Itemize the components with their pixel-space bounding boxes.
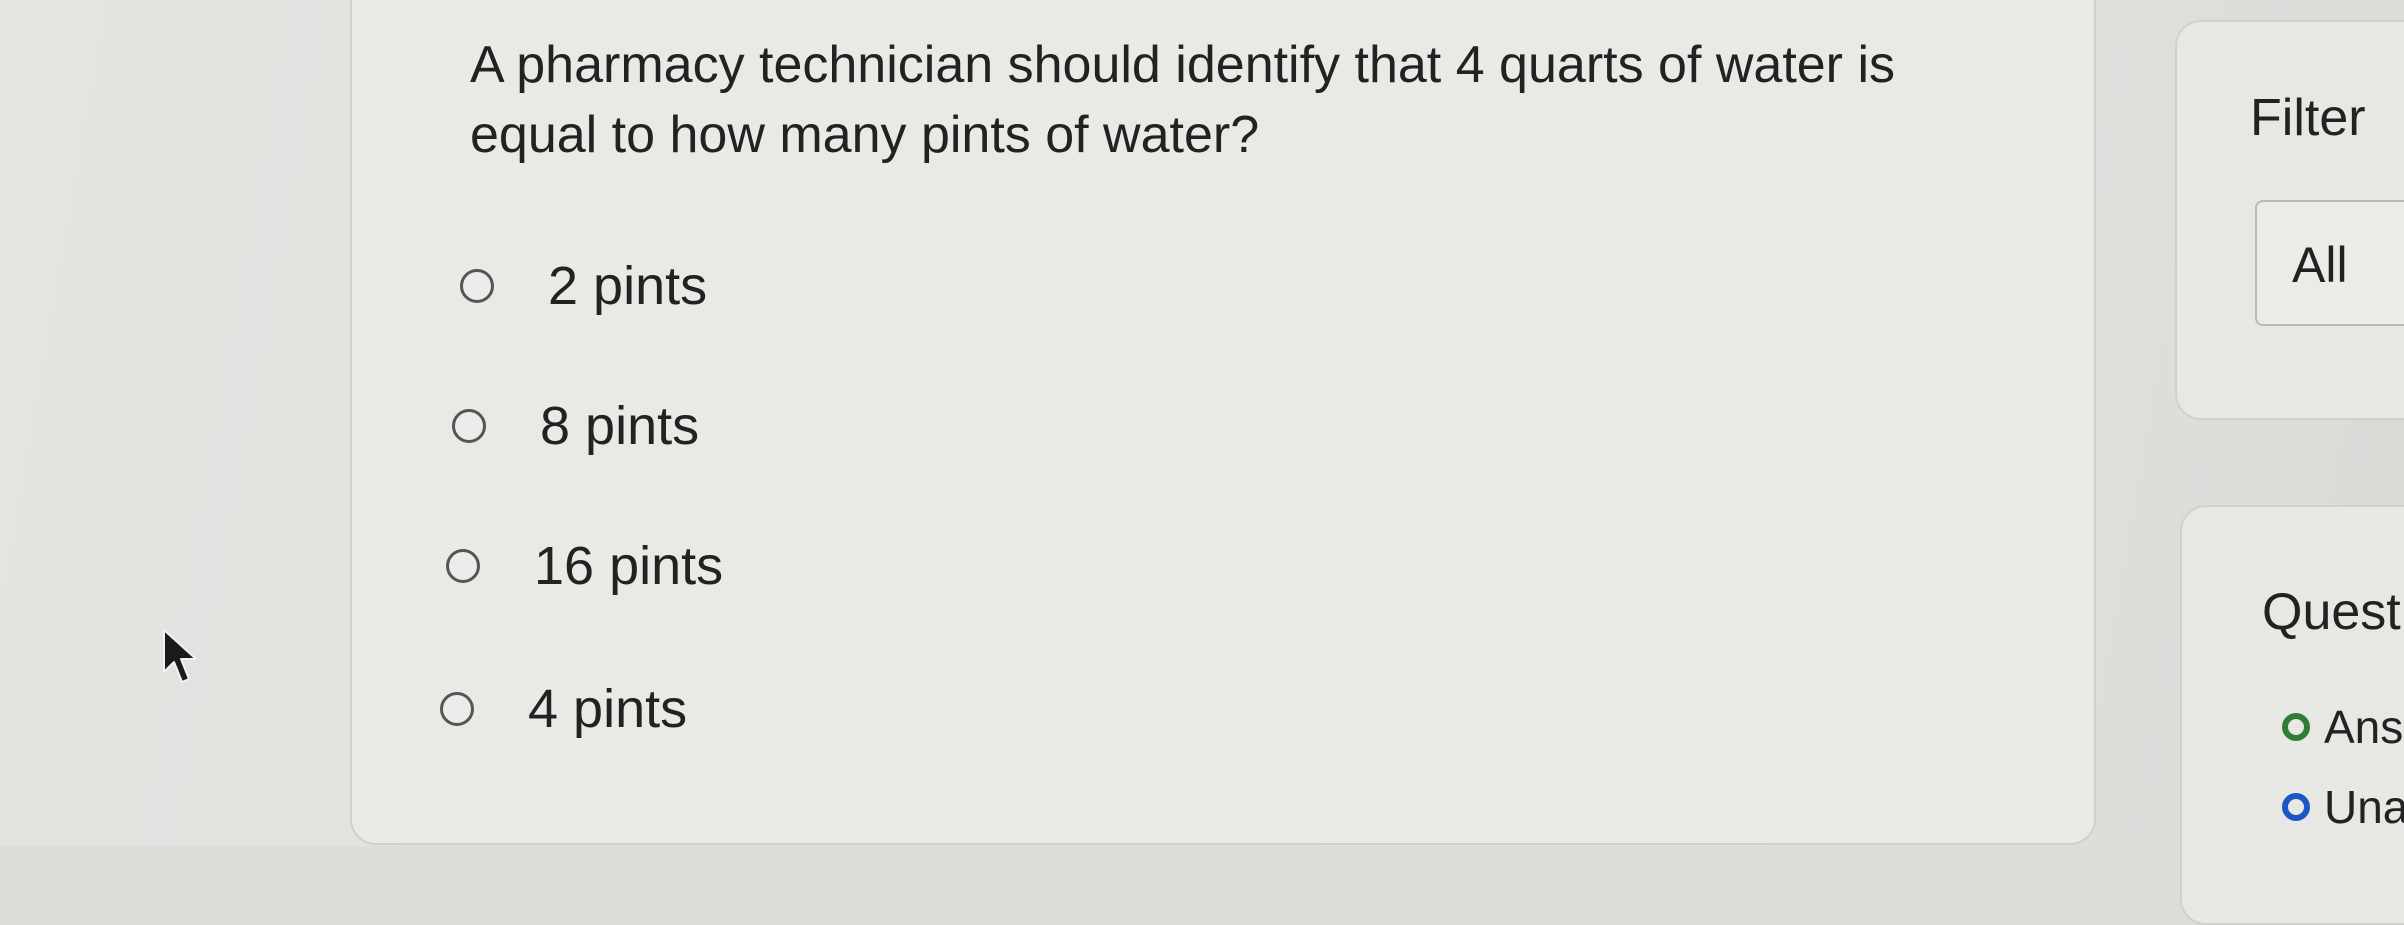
filter-select-value[interactable]: All — [2292, 236, 2348, 294]
radio-button-icon[interactable] — [446, 549, 480, 583]
radio-button-icon[interactable] — [440, 692, 474, 726]
question-status-title: Quest — [2262, 583, 2401, 641]
answer-option-label[interactable]: 16 pints — [534, 535, 723, 597]
answer-option-label[interactable]: 8 pints — [540, 395, 699, 457]
filter-title: Filter — [2250, 89, 2366, 147]
radio-button-icon[interactable] — [460, 269, 494, 303]
legend-label: Ans — [2324, 701, 2404, 753]
answer-option-1[interactable]: 2 pints — [460, 255, 707, 317]
answered-status-icon — [2282, 713, 2310, 741]
legend-item-unanswered: Una — [2282, 780, 2404, 834]
answer-option-4[interactable]: 4 pints — [440, 678, 687, 740]
question-text: A pharmacy technician should identify th… — [470, 36, 1895, 164]
answer-option-label[interactable]: 4 pints — [528, 678, 687, 740]
answer-option-3[interactable]: 16 pints — [446, 535, 723, 597]
answer-option-label[interactable]: 2 pints — [548, 255, 707, 317]
legend-item-answered: Ans — [2282, 700, 2403, 754]
legend-label: Una — [2324, 781, 2404, 833]
radio-button-icon[interactable] — [452, 409, 486, 443]
unanswered-status-icon — [2282, 793, 2310, 821]
mouse-pointer-icon — [163, 629, 197, 683]
answer-option-2[interactable]: 8 pints — [452, 395, 699, 457]
